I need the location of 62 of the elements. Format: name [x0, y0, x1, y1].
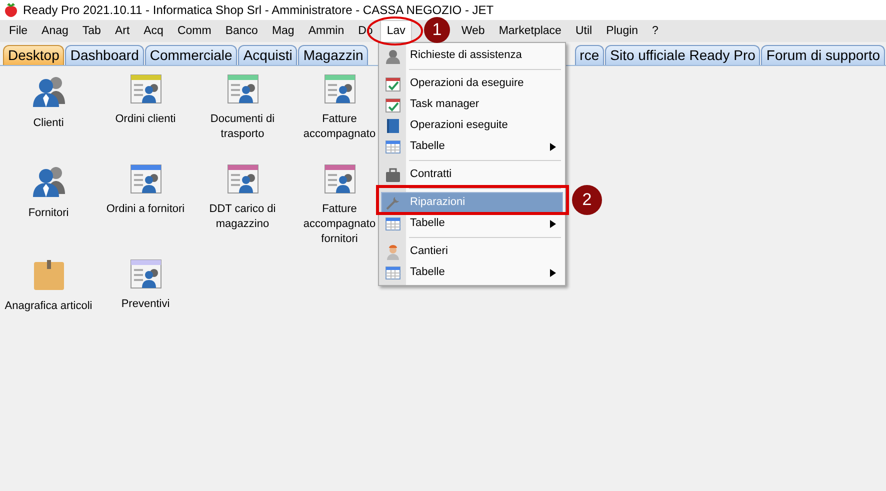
icon-label[interactable]: Fornitori: [28, 206, 69, 221]
worker-icon: [385, 244, 401, 260]
icon-label[interactable]: DDT carico di magazzino: [194, 202, 290, 232]
menu-item[interactable]: Marketplace: [492, 20, 568, 42]
tab[interactable]: Dashboard: [65, 45, 144, 65]
menu-item[interactable]: File: [2, 20, 35, 42]
tab[interactable]: Desktop: [3, 45, 64, 65]
menu-entry[interactable]: Task manager: [381, 94, 563, 115]
menu-entry[interactable]: Tabelle: [381, 262, 563, 283]
tab[interactable]: Magazzin: [298, 45, 368, 65]
menu-item[interactable]: Tab: [75, 20, 108, 42]
menu-entry[interactable]: Cantieri: [381, 241, 563, 262]
window-title: Ready Pro 2021.10.11 - Informatica Shop Srl - Amministratore - CASSA NEGOZIO - JET: [23, 2, 494, 19]
table-icon: [385, 138, 401, 154]
document-icon: [130, 164, 162, 194]
menu-item[interactable]: Mag: [264, 20, 302, 42]
icon-label[interactable]: Anagrafica articoli: [4, 299, 92, 314]
document-icon: [226, 164, 258, 194]
menu-item[interactable]: Comm: [170, 20, 218, 42]
briefcase-icon: [385, 166, 401, 182]
document-icon: [324, 74, 356, 104]
icon-label[interactable]: Ordini clienti: [115, 112, 176, 127]
strawberry-icon: [3, 2, 19, 18]
calendar-check-icon: [385, 96, 401, 112]
document-icon: [324, 164, 356, 194]
tab[interactable]: Forum di supporto: [761, 45, 885, 65]
menu-entry[interactable]: Richieste di assistenza: [381, 45, 563, 66]
step-number-badge: 2: [572, 185, 602, 215]
box-icon: [32, 259, 64, 291]
menu-entry[interactable]: Contratti: [381, 164, 563, 185]
tab[interactable]: Commerciale: [144, 45, 238, 65]
menu-item[interactable]: Util: [568, 20, 600, 42]
people-icon: [32, 74, 66, 108]
menu-entry[interactable]: Operazioni eseguite: [381, 115, 563, 136]
tab[interactable]: rce: [574, 45, 604, 65]
menu-item[interactable]: Plugin: [599, 20, 646, 42]
menu-entry[interactable]: Tabelle: [381, 213, 563, 234]
document-icon: [130, 74, 162, 104]
menu-item[interactable]: Acq: [136, 20, 170, 42]
menu-item[interactable]: Ammin: [301, 20, 352, 42]
document-icon: [226, 74, 258, 104]
menu-entry[interactable]: Tabelle: [381, 136, 563, 157]
icon-label[interactable]: Ordini a fornitori: [106, 202, 185, 217]
calendar-check-icon: [385, 76, 401, 92]
menu-item[interactable]: Anag: [34, 20, 76, 42]
menu-item[interactable]: ?: [645, 20, 666, 42]
menu-item[interactable]: Lav: [380, 20, 412, 42]
menu-entry[interactable]: Operazioni da eseguire: [381, 73, 563, 94]
tab[interactable]: Acquisti: [238, 45, 298, 65]
menu-item[interactable]: Banco: [218, 20, 265, 42]
tab[interactable]: Sito ufficiale Ready Pro: [605, 45, 760, 65]
icon-label[interactable]: Documenti di trasporto: [194, 112, 290, 142]
document-icon: [130, 259, 162, 289]
icon-label[interactable]: Clienti: [33, 116, 64, 131]
table-icon: [385, 264, 401, 280]
table-icon: [385, 216, 401, 232]
wrench-icon: [385, 194, 401, 210]
icon-label[interactable]: Preventivi: [121, 297, 170, 312]
menu-item[interactable]: Art: [108, 20, 137, 42]
menu-item[interactable]: Web: [454, 20, 492, 42]
book-icon: [385, 118, 401, 134]
people-icon: [32, 164, 66, 198]
